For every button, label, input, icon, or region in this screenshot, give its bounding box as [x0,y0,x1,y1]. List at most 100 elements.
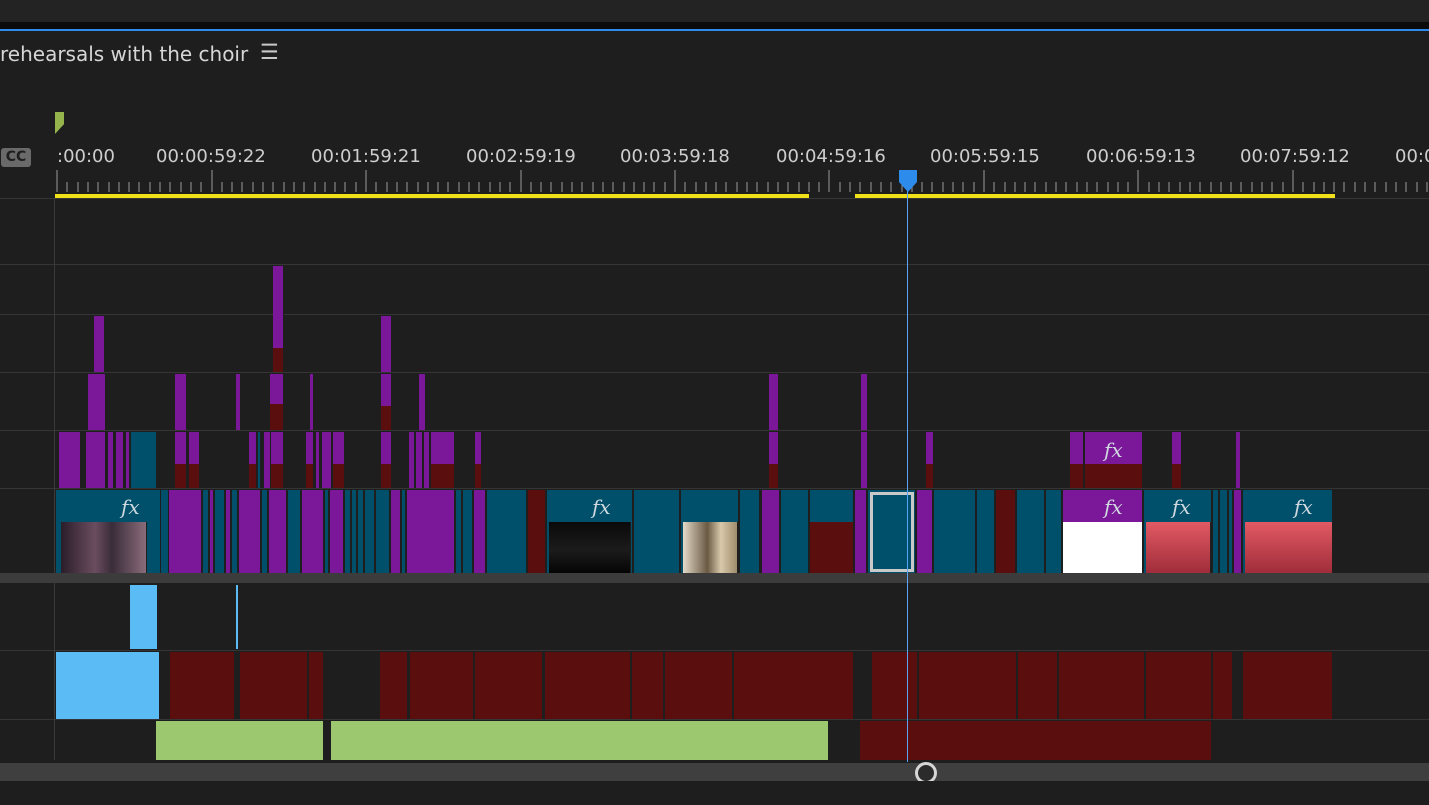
video-clip[interactable] [288,490,301,573]
offline-audio-clip[interactable] [475,652,543,719]
adjustment-clip[interactable] [59,432,81,488]
offline-clip[interactable] [271,464,284,488]
adjustment-clip[interactable] [88,374,106,430]
offline-audio-clip[interactable] [734,652,854,719]
offline-audio-clip[interactable] [1018,652,1058,719]
offline-audio-clip[interactable] [170,652,235,719]
adjustment-clip[interactable] [236,374,241,430]
adjustment-clip[interactable] [302,490,324,573]
video-clip[interactable] [376,490,390,573]
offline-clip[interactable] [249,464,257,488]
offline-clip[interactable] [189,464,200,488]
adjustment-clip[interactable] [917,490,933,573]
offline-clip[interactable] [769,464,779,488]
audio-clip[interactable] [331,721,829,760]
offline-audio-clip[interactable] [632,652,664,719]
video-clip[interactable] [487,490,527,573]
offline-clip[interactable] [996,522,1016,573]
audio-clip[interactable] [56,652,160,719]
offline-audio-clip[interactable] [1059,652,1145,719]
clip-thumbnail[interactable] [61,522,147,573]
adjustment-clip[interactable] [1234,490,1242,573]
video-clip[interactable] [1229,490,1233,573]
timeline-scrollbar[interactable] [0,763,1429,781]
playhead-icon[interactable] [897,170,919,192]
video-clip[interactable] [215,490,225,573]
video-clip[interactable] [262,490,268,573]
adjustment-clip[interactable] [210,490,214,573]
video-clip[interactable] [131,432,157,488]
video-clip[interactable] [358,490,364,573]
adjustment-clip[interactable] [762,490,780,573]
video-clip[interactable] [934,490,976,573]
offline-audio-clip[interactable] [240,652,308,719]
offline-audio-clip[interactable] [1213,652,1233,719]
adjustment-clip[interactable] [169,490,202,573]
video-clip[interactable] [365,490,375,573]
clip-thumbnail[interactable] [1063,522,1143,573]
adjustment-clip[interactable] [316,432,320,488]
adjustment-clip[interactable] [416,432,423,488]
offline-clip[interactable] [528,522,546,573]
adjustment-clip[interactable] [108,432,114,488]
adjustment-clip[interactable] [419,374,426,430]
video-clip[interactable] [325,490,329,573]
adjustment-clip[interactable] [86,432,106,488]
audio-clip[interactable] [236,585,239,649]
video-clip[interactable] [232,490,238,573]
offline-clip[interactable] [926,464,934,488]
video-clip[interactable] [740,490,760,573]
offline-clip[interactable] [475,464,482,488]
adjustment-clip[interactable] [322,432,332,488]
offline-clip[interactable] [381,464,392,488]
offline-clip[interactable] [1172,464,1182,488]
video-clip[interactable] [1220,490,1228,573]
video-clip[interactable] [781,490,809,573]
adjustment-clip[interactable] [273,266,284,348]
adjustment-clip[interactable] [861,374,868,430]
video-clip[interactable] [352,490,357,573]
offline-clip[interactable] [273,348,284,372]
clip-thumbnail[interactable] [1146,522,1211,573]
adjustment-clip[interactable] [861,432,868,488]
video-clip[interactable] [634,490,680,573]
adjustment-clip[interactable] [226,490,231,573]
video-clip[interactable] [1017,490,1045,573]
clip-thumbnail[interactable] [1245,522,1333,573]
adjustment-clip[interactable] [310,374,314,430]
clip-thumbnail[interactable] [549,522,631,573]
offline-clip[interactable] [175,464,187,488]
adjustment-clip[interactable] [855,490,867,573]
offline-clip[interactable] [306,464,314,488]
offline-audio-clip[interactable] [665,652,733,719]
audio-clip[interactable] [130,585,158,649]
adjustment-clip[interactable] [116,432,124,488]
offline-clip[interactable] [381,406,392,430]
adjustment-clip[interactable] [94,316,105,372]
offline-clip[interactable] [1070,464,1084,488]
offline-audio-clip[interactable] [410,652,474,719]
adjustment-clip[interactable] [424,432,430,488]
offline-audio-clip[interactable] [309,652,324,719]
offline-audio-clip[interactable] [545,652,631,719]
offline-clip[interactable] [431,464,455,488]
adjustment-clip[interactable] [1236,432,1241,488]
adjustment-clip[interactable] [381,316,392,372]
clip-thumbnail[interactable] [683,522,738,573]
adjustment-clip[interactable] [269,490,287,573]
adjustment-clip[interactable] [175,374,187,430]
offline-clip[interactable] [333,464,345,488]
adjustment-clip[interactable] [264,432,271,488]
offline-audio-clip[interactable] [380,652,408,719]
adjustment-clip[interactable] [330,490,344,573]
adjustment-clip[interactable] [769,374,779,430]
adjustment-clip[interactable] [239,490,261,573]
video-clip[interactable] [456,490,462,573]
offline-audio-clip[interactable] [860,721,1212,760]
video-clip[interactable] [203,490,209,573]
video-clip[interactable] [463,490,473,573]
offline-audio-clip[interactable] [1243,652,1333,719]
offline-clip[interactable] [1085,464,1143,488]
offline-clip[interactable] [270,404,284,430]
video-clip[interactable] [1213,490,1219,573]
